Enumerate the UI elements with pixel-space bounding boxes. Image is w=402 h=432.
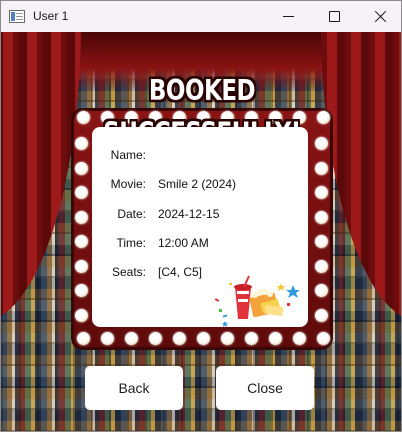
marquee-bulb <box>75 186 88 199</box>
booking-details-panel: Name: Movie: Smile 2 (2024) Date: 2024-1… <box>92 127 308 327</box>
booking-window: User 1 BOOKED SUCCESSFULLY! Name: Movie:… <box>0 0 402 432</box>
marquee-bulb <box>317 111 330 124</box>
marquee-bulb <box>75 259 88 273</box>
marquee-bulb <box>245 332 258 345</box>
minimize-button[interactable] <box>265 1 311 32</box>
name-label: Name: <box>110 148 146 162</box>
marquee-bulb <box>293 332 306 345</box>
marquee-bulb <box>75 210 88 224</box>
maximize-button[interactable] <box>311 1 357 32</box>
marquee-bulb <box>77 111 90 124</box>
marquee-bulb <box>317 332 330 345</box>
marquee-bulb <box>75 161 88 175</box>
success-banner: BOOKED SUCCESSFULLY! <box>83 74 321 150</box>
time-value: 12:00 AM <box>158 236 209 250</box>
marquee-bulb <box>315 308 328 322</box>
seats-value: [C4, C5] <box>158 265 203 279</box>
marquee-bulb <box>315 210 328 224</box>
window-title: User 1 <box>33 9 69 23</box>
marquee-bulb <box>75 284 88 297</box>
detail-row-date: Date: 2024-12-15 <box>92 207 308 225</box>
minimize-icon <box>282 16 294 17</box>
detail-row-time: Time: 12:00 AM <box>92 236 308 254</box>
detail-row-movie: Movie: Smile 2 (2024) <box>92 177 308 195</box>
marquee-bulb <box>75 235 88 248</box>
close-button[interactable]: Close <box>216 366 314 410</box>
banner-text: BOOKED SUCCESSFULLY! <box>103 74 301 150</box>
marquee-bulb <box>125 332 138 345</box>
date-label: Date: <box>117 207 146 221</box>
app-window-icon <box>9 10 25 23</box>
marquee-bulb <box>75 137 88 150</box>
marquee-bulb <box>77 332 90 345</box>
movie-label: Movie: <box>110 177 146 191</box>
close-icon <box>374 10 387 23</box>
marquee-bulb <box>269 332 282 345</box>
marquee-bulb <box>101 332 114 345</box>
marquee-bulb <box>315 161 328 175</box>
marquee-bulb <box>315 186 328 199</box>
date-value: 2024-12-15 <box>158 207 220 221</box>
seats-label: Seats: <box>111 265 146 279</box>
maximize-icon <box>328 11 340 22</box>
title-bar[interactable]: User 1 <box>1 1 401 32</box>
theater-scene: BOOKED SUCCESSFULLY! Name: Movie: Smile … <box>1 32 401 431</box>
marquee-bulb <box>75 308 88 322</box>
detail-row-name: Name: <box>92 148 308 166</box>
marquee-bulb <box>315 259 328 273</box>
back-button[interactable]: Back <box>85 366 183 410</box>
time-label: Time: <box>116 236 146 250</box>
marquee-bulb <box>197 332 210 345</box>
marquee-bulb <box>173 332 186 345</box>
marquee-bulb <box>315 137 328 150</box>
marquee-bulb <box>315 235 328 248</box>
marquee-bulb <box>315 284 328 297</box>
marquee-bulb <box>149 332 162 345</box>
movie-value: Smile 2 (2024) <box>158 177 237 191</box>
close-window-button[interactable] <box>357 1 401 32</box>
marquee-bulb <box>221 332 234 345</box>
popcorn-tickets-icon <box>214 275 300 327</box>
